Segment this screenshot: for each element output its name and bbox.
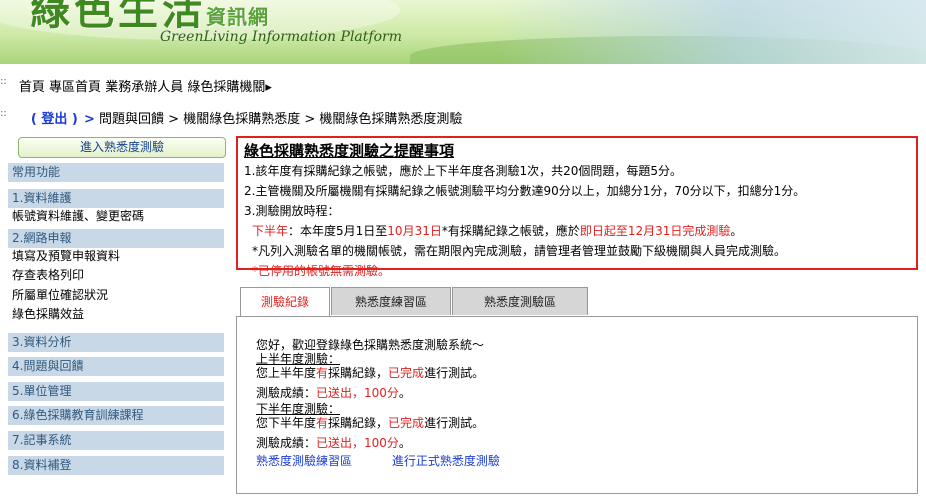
crumb-feedback[interactable]: 問題與回饋 (99, 112, 164, 127)
first-half-title-text: 上半年度測驗： (256, 352, 341, 366)
crumb-familiarity-test: 機關綠色採購熟悉度測驗 (319, 112, 463, 127)
sidebar-item-print[interactable]: 存查表格列印 (8, 266, 224, 284)
gt-icon: > (83, 112, 95, 127)
crumb-familiarity[interactable]: 機關綠色採購熟悉度 (183, 112, 300, 127)
site-banner: 綠色生活資訊網 GreenLiving Information Platform (0, 0, 926, 64)
first-half-title: 上半年度測驗： (256, 352, 340, 366)
notice-line-2: 2.主管機關及所屬機關有採購紀錄之帳號測驗平均分數達90分以上，加總分1分，70… (244, 184, 806, 198)
notice-text: ：本年度5月1日至 (288, 224, 388, 238)
crumb-sep: > (168, 112, 180, 127)
triangle-right-icon: ▸ (265, 80, 272, 95)
logout-link[interactable]: ( 登出 ) (31, 112, 78, 127)
panel-links: 熟悉度測驗練習區 進行正式熟悉度測驗 (256, 454, 500, 468)
welcome-text: 您好，歡迎登錄綠色採購熟悉度測驗系統～ (256, 338, 485, 352)
notice-line-4: 下半年：本年度5月1日至10月31日*有採購紀錄之帳號，應於即日起至12月31日… (244, 221, 910, 241)
second-half-title: 下半年度測驗： (256, 402, 340, 416)
enter-test-button[interactable]: 進入熟悉度測驗 (18, 137, 226, 158)
notice-text: 。 (730, 224, 743, 238)
second-half-score: 測驗成績：已送出，100分。 (256, 436, 411, 450)
sidebar-section-maintenance[interactable]: 1.資料維護 (8, 189, 224, 208)
notice-line-1: 1.該年度有採購紀錄之帳號，應於上下半年度各測驗1次，共20個問題，每題5分。 (244, 164, 682, 178)
sidebar-section-notes[interactable]: 7.記事系統 (8, 431, 224, 450)
score-label: 測驗成績： (256, 436, 317, 450)
notice-line-5: *凡列入測驗名單的機關帳號，需在期限內完成測驗，請管理者管理並鼓勵下級機關與人員… (252, 244, 787, 258)
first-half-score: 測驗成績：已送出，100分。 (256, 386, 411, 400)
second-half-status: 您下半年度有採購紀錄，已完成進行測試。 (256, 416, 484, 430)
status-text: 進行測試。 (424, 366, 485, 380)
score-value: 已送出，100分 (316, 386, 399, 400)
notice-complete-by: 即日起至12月31日完成測驗 (579, 224, 731, 238)
logo-small-text: 資訊網 (206, 5, 269, 29)
notice-line-3: 3.測驗開放時程： (244, 204, 340, 218)
sidebar-section-analysis[interactable]: 3.資料分析 (8, 333, 224, 352)
sidebar-section-backfill[interactable]: 8.資料補登 (8, 456, 224, 475)
banner-mist (496, 0, 926, 64)
sidebar-item-fill-report[interactable]: 填寫及預覽申報資料 (8, 247, 224, 265)
crumb-sep: > (304, 112, 316, 127)
tab-test-records[interactable]: 測驗紀錄 (240, 287, 330, 317)
tab-formal-test[interactable]: 熟悉度測驗區 (452, 287, 588, 315)
sidebar-common-header: 常用功能 (8, 163, 224, 182)
logo-subtitle: GreenLiving Information Platform (160, 29, 402, 45)
tab-practice[interactable]: 熟悉度練習區 (331, 287, 451, 315)
sidebar-item-account[interactable]: 帳號資料維護、變更密碼 (8, 207, 224, 225)
sidebar-section-feedback[interactable]: 4.問題與回饋 (8, 357, 224, 376)
score-end: 。 (398, 436, 411, 450)
crumb-home[interactable]: 首頁 (19, 80, 45, 95)
sidebar-item-unit-status[interactable]: 所屬單位確認狀況 (8, 286, 224, 304)
notice-box: 綠色採購熟悉度測驗之提醒事項 1.該年度有採購紀錄之帳號，應於上下半年度各測驗1… (236, 136, 918, 278)
score-label: 測驗成績： (256, 386, 317, 400)
completed-text: 已完成 (388, 366, 425, 380)
crumb-agency: 綠色採購機關 (187, 80, 266, 95)
dots-icon: :: (0, 76, 7, 87)
notice-line-6: *已停用的帳號無需測驗。 (252, 264, 391, 278)
crumb-role: 業務承辦人員 (105, 80, 184, 95)
notice-title: 綠色採購熟悉度測驗之提醒事項 (244, 142, 455, 160)
score-end: 。 (398, 386, 411, 400)
status-text: 採購紀錄， (328, 416, 389, 430)
sidebar-section-report[interactable]: 2.網路申報 (8, 229, 224, 248)
notice-text: *有採購紀錄之帳號，應於 (441, 224, 580, 238)
notice-deadline: 10月31日 (387, 224, 442, 238)
breadcrumb-path: :: ( 登出 ) > 問題與回饋 > 機關綠色採購熟悉度 > 機關綠色採購熟悉… (0, 108, 462, 127)
status-text: 您上半年度 (256, 366, 317, 380)
notice-second-half: 下半年 (252, 224, 289, 238)
status-text: 您下半年度 (256, 416, 317, 430)
status-text: 進行測試。 (424, 416, 485, 430)
breadcrumb-top: :: 首頁 專區首頁 業務承辦人員 綠色採購機關▸ (0, 76, 272, 95)
sidebar-item-benefit[interactable]: 綠色採購效益 (8, 305, 224, 323)
completed-text: 已完成 (388, 416, 425, 430)
crumb-area-home[interactable]: 專區首頁 (49, 80, 101, 95)
sidebar-section-unit[interactable]: 5.單位管理 (8, 382, 224, 401)
status-text: 採購紀錄， (328, 366, 389, 380)
second-half-title-text: 下半年度測驗： (256, 402, 341, 416)
first-half-status: 您上半年度有採購紀錄，已完成進行測試。 (256, 366, 484, 380)
sidebar-section-training[interactable]: 6.綠色採購教育訓練課程 (8, 406, 224, 425)
formal-test-link[interactable]: 進行正式熟悉度測驗 (392, 454, 500, 468)
practice-link[interactable]: 熟悉度測驗練習區 (256, 454, 352, 468)
has-record: 有 (316, 416, 329, 430)
score-value: 已送出，100分 (316, 436, 399, 450)
dots-icon: :: (0, 108, 7, 119)
has-record: 有 (316, 366, 329, 380)
